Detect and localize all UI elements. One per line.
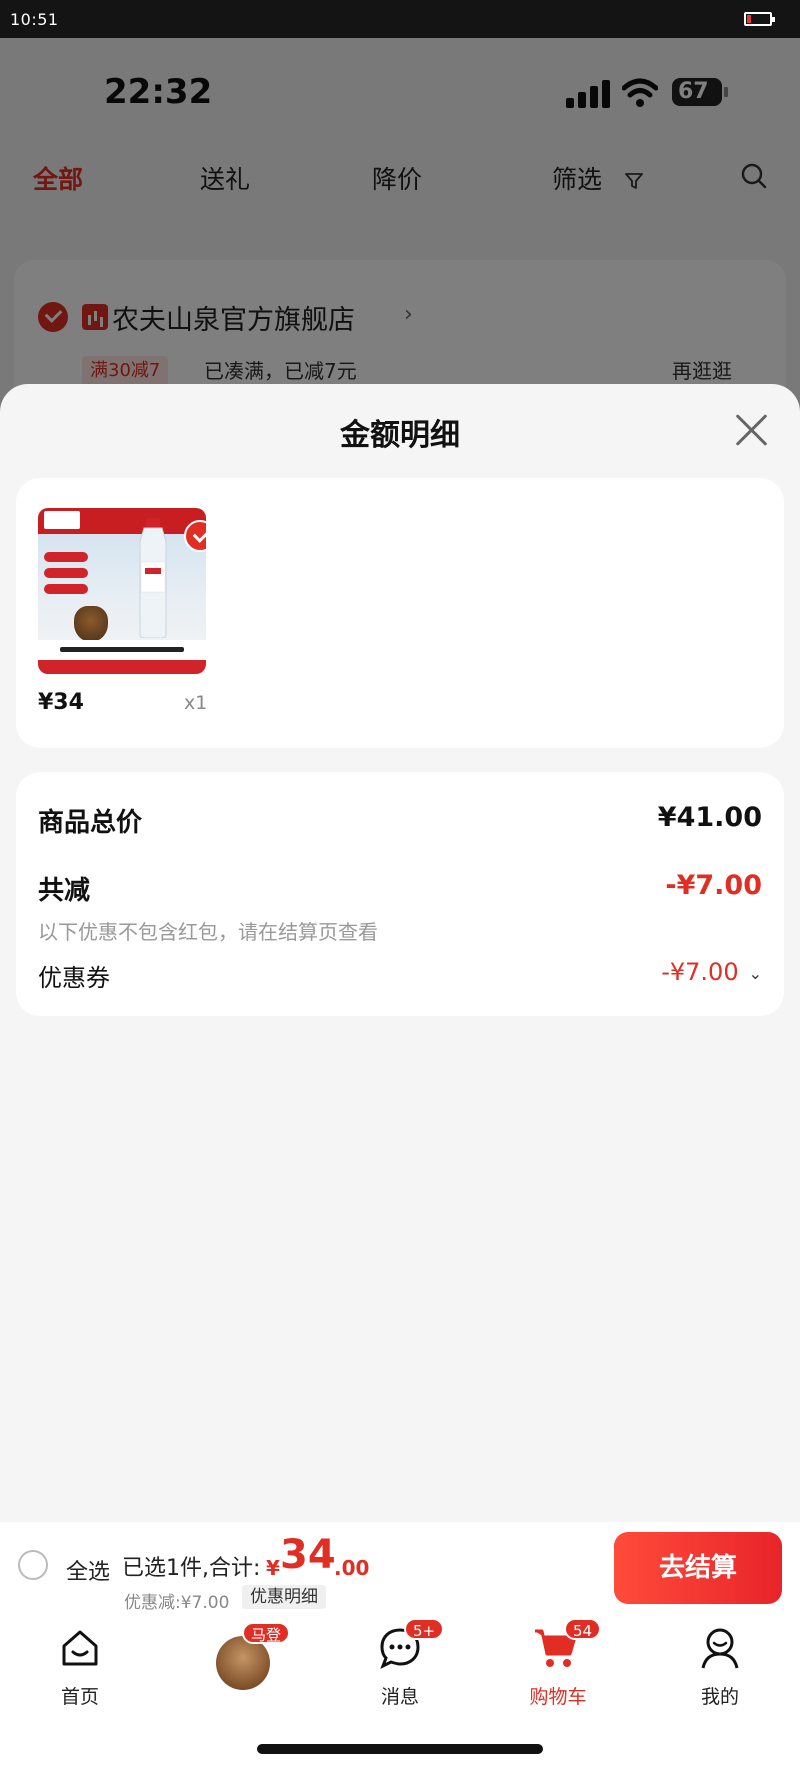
checkout-button[interactable]: 去结算	[614, 1532, 782, 1604]
total-currency: ¥	[266, 1556, 280, 1580]
chevron-down-icon: ⌄	[748, 963, 762, 983]
cart-badge: 54	[564, 1618, 602, 1640]
total-price-label: 商品总价	[38, 808, 143, 838]
water-bottle	[139, 518, 167, 638]
coupon-label: 优惠券	[38, 964, 110, 992]
select-all-label[interactable]: 全选	[66, 1554, 110, 1586]
select-all-radio[interactable]	[18, 1550, 48, 1580]
selected-count-text: 已选1件,合计:	[122, 1556, 261, 1581]
nav-messages-label: 消息	[380, 1686, 419, 1708]
home-indicator[interactable]	[257, 1744, 543, 1754]
total-amount: 34	[280, 1532, 336, 1578]
item-quantity: x1	[184, 692, 208, 714]
close-icon[interactable]	[734, 412, 770, 448]
product-image[interactable]	[38, 508, 206, 674]
coupon-value: -¥7.00	[661, 958, 739, 986]
messages-badge: 5+	[404, 1618, 445, 1640]
coupon-row[interactable]: -¥7.00 ⌄	[661, 958, 762, 986]
nav-home-label: 首页	[60, 1686, 99, 1708]
nav-me-label: 我的	[700, 1686, 739, 1708]
avatar-badge: 马登	[242, 1622, 290, 1644]
item-price: ¥34	[38, 690, 84, 715]
nav-cart-label: 购物车	[529, 1686, 587, 1708]
user-icon	[701, 1628, 739, 1669]
bottom-navigation: 首页 马登 5+ 消息 54 购物车 我的	[0, 1612, 800, 1771]
selected-items-card: ¥34 x1	[16, 478, 784, 748]
pinecone-image	[74, 606, 108, 642]
total-reduction-label: 共减	[38, 876, 91, 906]
sheet-title: 金额明细	[340, 418, 460, 453]
total-reduction-value: -¥7.00	[665, 870, 762, 901]
total-decimals: .00	[334, 1556, 370, 1580]
device-battery-icon	[744, 12, 775, 26]
discount-note: 优惠减:¥7.00	[124, 1593, 230, 1613]
reduction-note: 以下优惠不包含红包，请在结算页查看	[38, 920, 378, 944]
total-price-value: ¥41.00	[657, 802, 762, 833]
checkout-bar: 全选 已选1件,合计: ¥ 34 .00 优惠减:¥7.00 优惠明细 去结算	[0, 1522, 800, 1613]
price-summary-card: 商品总价 ¥41.00 共减 -¥7.00 以下优惠不包含红包，请在结算页查看 …	[16, 772, 784, 1016]
device-status-bar: 10:51	[0, 0, 800, 38]
device-time: 10:51	[10, 10, 59, 29]
discount-detail-link[interactable]: 优惠明细	[242, 1585, 326, 1609]
brand-logo	[44, 511, 80, 529]
home-icon	[62, 1630, 98, 1666]
item-check-icon[interactable]	[184, 520, 206, 552]
